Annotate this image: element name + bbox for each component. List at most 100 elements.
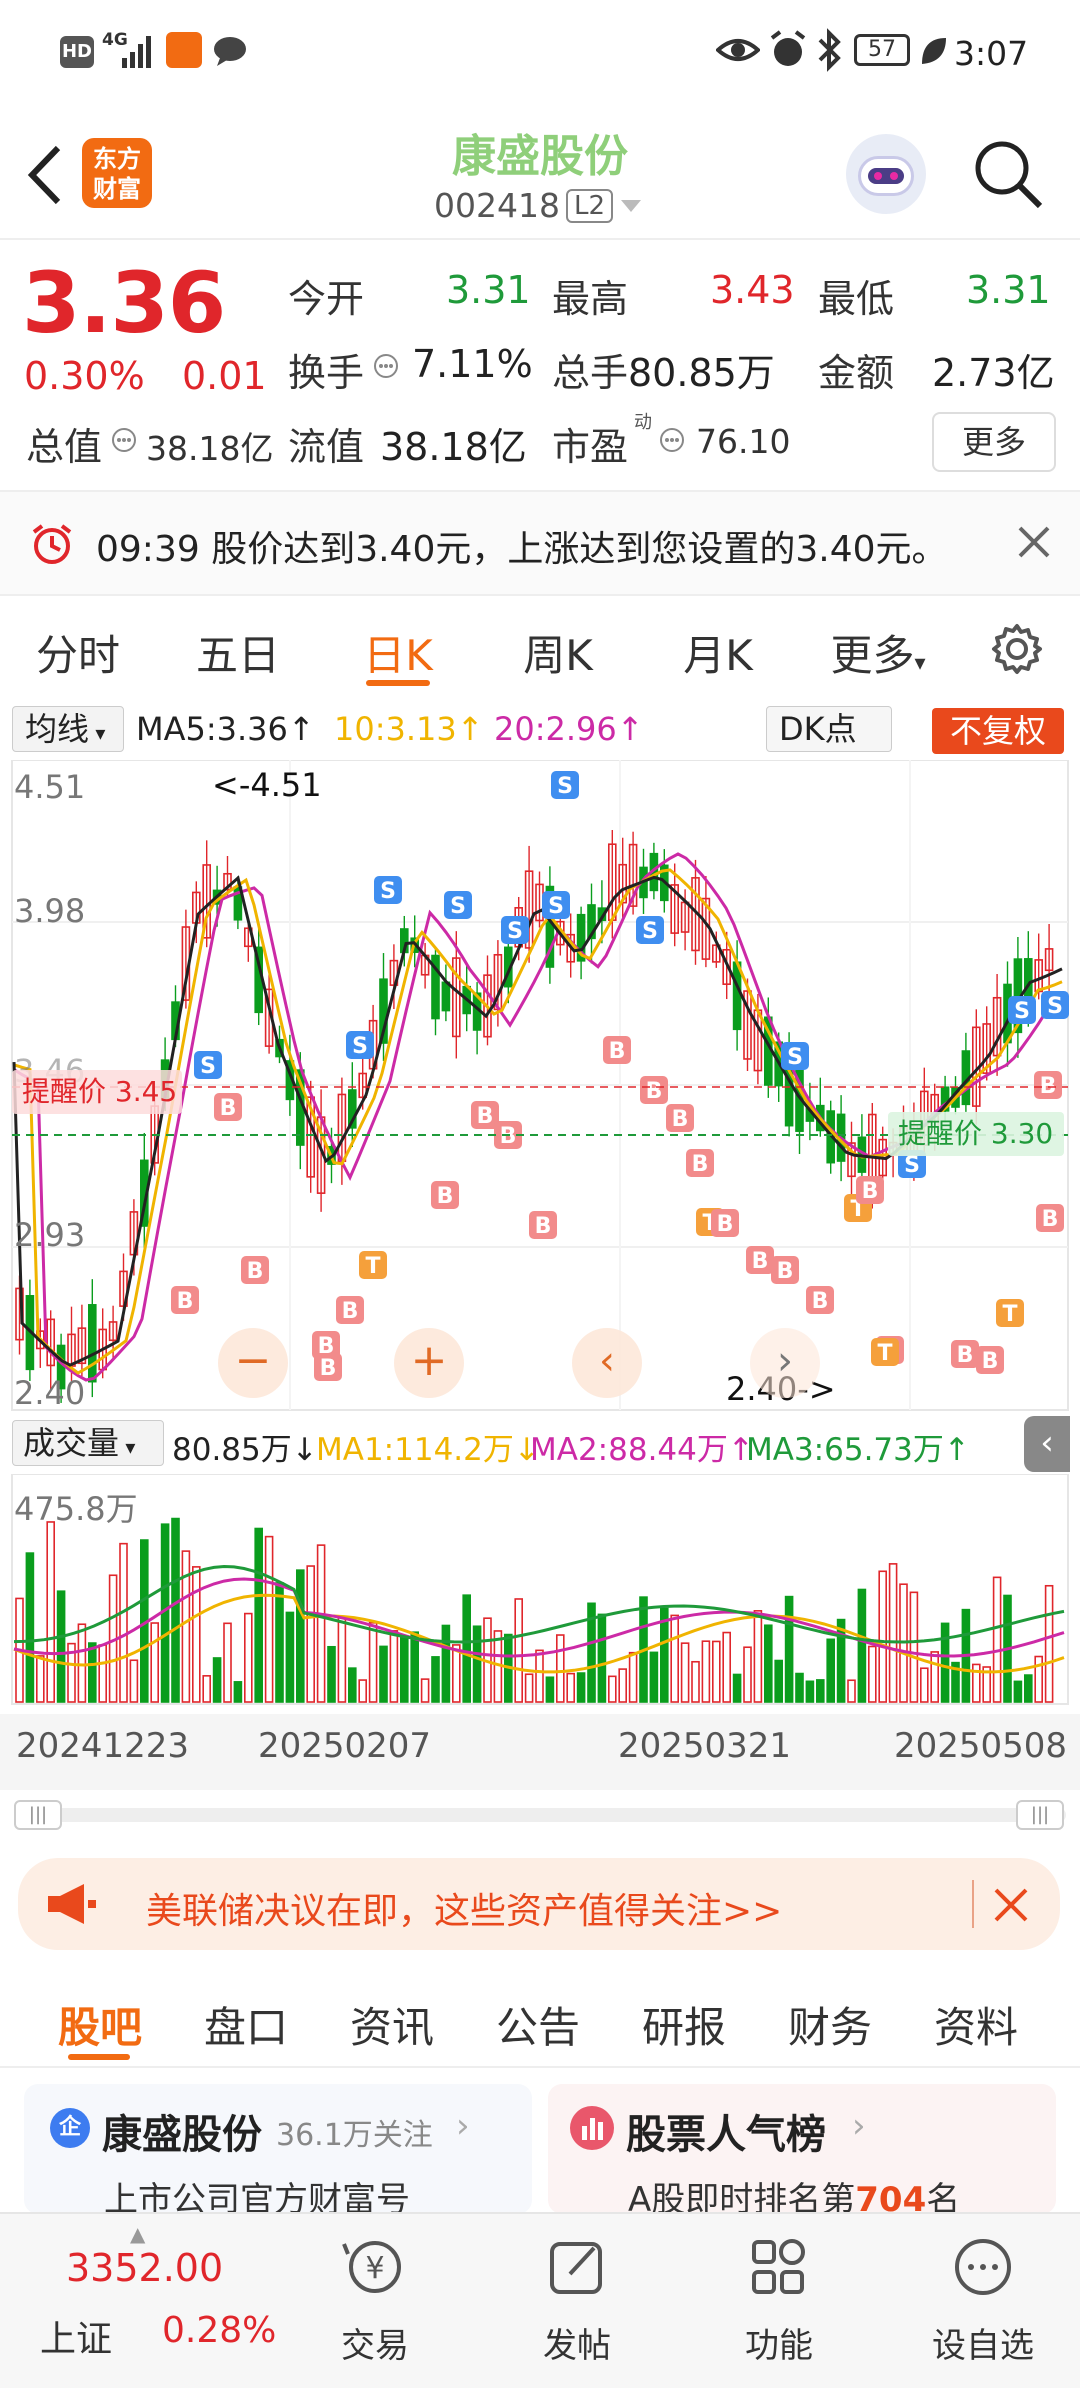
volume-bar [753,1610,763,1703]
volume-bar [98,1644,107,1703]
expand-up-icon[interactable]: ▲ [130,2222,145,2246]
range-slider-left-handle[interactable]: ||| [14,1800,62,1830]
tab-research[interactable]: 研报 [624,1994,744,2055]
volume-bar [597,1613,607,1703]
volume-bar [732,1673,742,1703]
more-button[interactable]: 更多 [932,412,1056,472]
leaf-icon [922,38,946,64]
volume-bar [306,1565,316,1703]
volume-bar [327,1645,336,1703]
nav-post[interactable]: 发帖 [522,2226,632,2376]
volume-bar [441,1624,451,1703]
tab-finance[interactable]: 财务 [770,1994,890,2055]
marker-letter: B [177,1289,194,1314]
volume-bar [670,1614,680,1703]
volume-bar [566,1672,576,1703]
indicator-label: 均线 [25,710,90,748]
low-label: 最低 [818,277,895,321]
volume-bar [878,1570,888,1703]
volume-bar [410,1631,420,1703]
volume-bar [836,1618,846,1703]
tab-more[interactable]: 更多▾ [818,622,938,683]
pan-right-button[interactable]: › [750,1328,820,1398]
tab-daily-k[interactable]: 日K [338,622,458,683]
volume-bar [555,1634,565,1703]
volume-bar [420,1678,430,1703]
volume-ma2: MA2:88.44万↑ [530,1432,754,1468]
volume-bar [867,1645,877,1703]
company-card[interactable]: 企 康盛股份 36.1万关注 › 上市公司官方财富号 [24,2084,532,2220]
volume-bar [774,1659,784,1703]
tab-monthly-k[interactable]: 月K [658,622,778,683]
volume-bar [223,1622,232,1703]
info-icon[interactable] [658,426,686,454]
volume-bar [628,1651,638,1703]
marker-letter: S [1014,999,1030,1024]
marker-letter: B [957,1343,974,1368]
marker-letter: B [692,1152,709,1177]
volume-bar [930,1651,940,1703]
volume-bar [77,1623,87,1703]
index-value[interactable]: 3352.00 [66,2246,223,2290]
tab-guba[interactable]: 股吧 [40,1994,160,2055]
more-dots-icon [955,2239,1011,2295]
volume-bar [743,1646,752,1703]
nav-functions[interactable]: 功能 [724,2226,834,2376]
marker-letter: B [342,1299,359,1324]
dk-point-button[interactable]: DK点 [766,706,892,752]
amount-value: 2.73亿 [932,351,1055,395]
info-icon[interactable] [372,352,400,380]
zoom-in-button[interactable]: + [394,1328,464,1398]
float-mv-label: 流值 [288,425,365,469]
volume-bar [150,1622,159,1703]
volume-bar [25,1552,35,1703]
nav-add-watchlist[interactable]: 设自选 [918,2226,1048,2376]
volume-bar [368,1622,378,1703]
indicator-dropdown[interactable]: 均线 ▾ [12,706,124,752]
collapse-panel-button[interactable]: ‹ [1024,1416,1070,1472]
tab-five-day[interactable]: 五日 [178,622,298,683]
bottom-nav: ▲ 3352.00 上证 0.28% ¥ 交易 发帖 功能 设自选 [0,2212,1080,2388]
ai-assistant-avatar[interactable] [846,134,926,214]
volume-chart[interactable] [0,1474,1080,1714]
search-icon[interactable] [970,136,1046,212]
stock-code: 002418 [434,186,560,225]
tab-profile[interactable]: 资料 [916,1994,1036,2055]
tab-minute[interactable]: 分时 [18,622,138,683]
high-label: 最高 [552,277,629,321]
tab-weekly-k[interactable]: 周K [498,622,618,683]
nav-trade[interactable]: ¥ 交易 [320,2226,430,2376]
close-icon[interactable] [992,1886,1030,1924]
pe-label: 市盈 [552,425,629,469]
volume-dropdown[interactable]: 成交量 ▾ [12,1420,164,1466]
volume-bar [691,1660,700,1703]
volume-bar [264,1535,274,1703]
adjust-button[interactable]: 不复权 [932,708,1064,754]
news-banner[interactable]: 美联储决议在即，这些资产值得关注>> [18,1858,1060,1950]
marker-letter: S [904,1153,920,1178]
nav-functions-label: 功能 [745,2326,813,2366]
zoom-out-button[interactable]: − [218,1328,288,1398]
index-change: 0.28% [162,2310,277,2351]
nav-add-watchlist-label: 设自选 [932,2326,1034,2366]
close-icon[interactable] [1016,524,1052,560]
gear-icon[interactable] [990,622,1044,676]
volume-bar [316,1544,326,1703]
turnover-label: 换手 [288,351,365,395]
price-alert-bar[interactable]: 09:39 股价达到3.40元，上涨达到您设置的3.40元。 [0,492,1080,594]
volume-bar [46,1521,56,1703]
volume-ma1: MA1:114.2万↓ [316,1432,540,1468]
pan-left-button[interactable]: ‹ [572,1328,642,1398]
tab-news[interactable]: 资讯 [332,1994,452,2055]
info-icon[interactable] [110,426,138,454]
tab-announcements[interactable]: 公告 [478,1994,598,2055]
bluetooth-icon [818,28,841,72]
range-slider-right-handle[interactable]: ||| [1016,1800,1064,1830]
tab-pankou[interactable]: 盘口 [186,1994,306,2055]
stock-code-row[interactable]: 002418 L2 [434,186,643,225]
popularity-card[interactable]: 股票人气榜 › A股即时排名第704名 [548,2084,1056,2220]
volume-bar [389,1630,399,1703]
range-slider-track[interactable] [14,1808,1066,1822]
change-amount: 0.01 [182,354,267,398]
marker-letter: B [717,1212,734,1237]
